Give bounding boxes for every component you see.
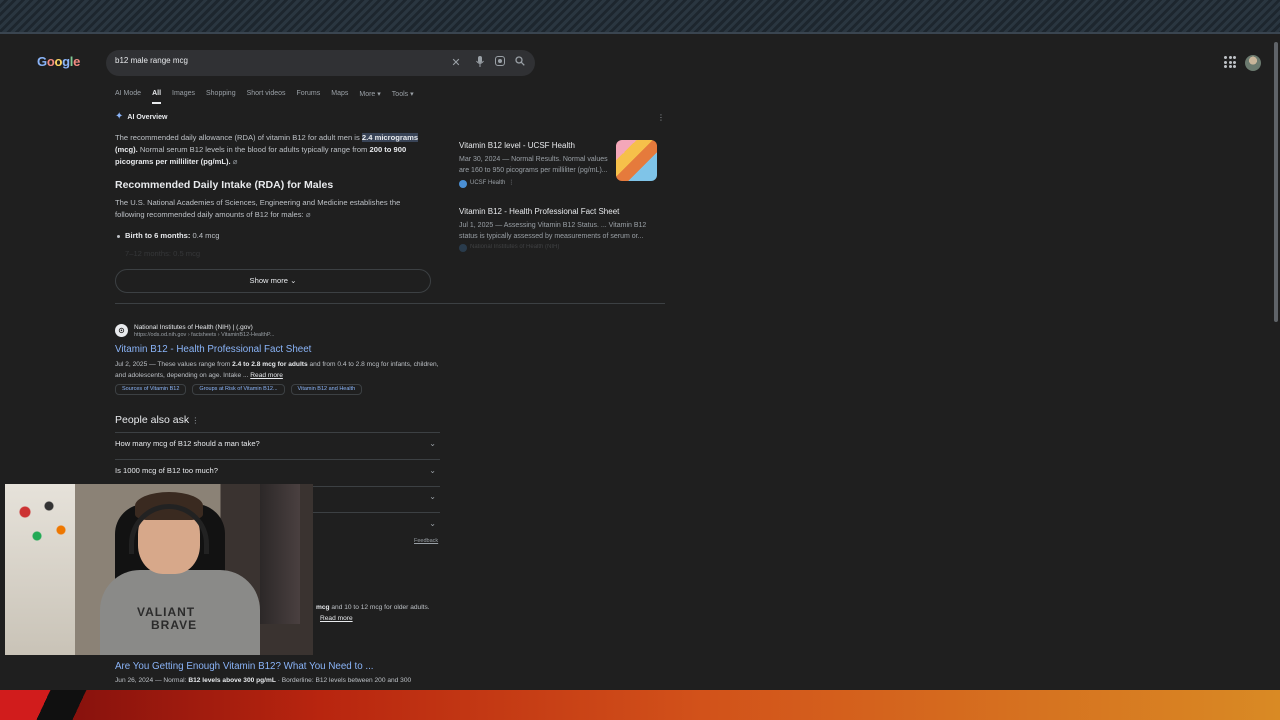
rda-heading: Recommended Daily Intake (RDA) for Males xyxy=(115,179,334,191)
tab-short-videos[interactable]: Short videos xyxy=(247,90,286,104)
result-title-link[interactable]: Are You Getting Enough Vitamin B12? What… xyxy=(115,661,374,672)
stream-overlay-top xyxy=(0,0,1280,34)
overlay-stripe xyxy=(0,690,130,720)
webcam-overlay: VALIANT BRAVE xyxy=(5,484,313,655)
rda-bullet: Birth to 6 months: 0.4 mcg xyxy=(117,231,220,240)
stream-overlay-bottom xyxy=(0,690,1280,720)
result-title-link[interactable]: Vitamin B12 - Health Professional Fact S… xyxy=(115,344,311,355)
search-icon[interactable] xyxy=(513,56,527,70)
read-more-link[interactable]: Read more xyxy=(250,372,283,379)
nih-favicon xyxy=(459,243,467,252)
nas-paragraph: The U.S. National Academies of Sciences,… xyxy=(115,198,401,219)
tab-maps[interactable]: Maps xyxy=(331,90,348,104)
ai-overview-summary: The recommended daily allowance (RDA) of… xyxy=(115,133,419,166)
feedback-link[interactable]: Feedback xyxy=(414,538,438,544)
chevron-down-icon: ⌄ xyxy=(429,492,436,501)
search-tabs: AI Mode All Images Shopping Short videos… xyxy=(115,90,425,104)
search-box[interactable]: ✕ xyxy=(106,50,535,76)
lens-icon[interactable] xyxy=(493,56,507,70)
tab-shopping[interactable]: Shopping xyxy=(206,90,236,104)
tab-tools[interactable]: Tools ▾ xyxy=(392,90,414,104)
result-snippet: mcg and 10 to 12 mcg for older adults. xyxy=(316,604,430,611)
apps-grid-icon[interactable] xyxy=(1224,56,1236,68)
tab-all[interactable]: All xyxy=(152,90,162,104)
chevron-down-icon: ⌄ xyxy=(429,519,436,528)
fridge-magnets xyxy=(13,494,73,554)
more-options-icon[interactable]: ⋮ xyxy=(657,113,665,122)
tab-forums[interactable]: Forums xyxy=(297,90,321,104)
paa-question[interactable]: How many mcg of B12 should a man take? ⌄ xyxy=(115,439,440,459)
shirt-print: VALIANT BRAVE xyxy=(137,605,198,632)
sitelink-chips: Sources of Vitamin B12 Groups at Risk of… xyxy=(115,384,363,395)
chevron-down-icon: ⌄ xyxy=(429,439,436,448)
show-more-button[interactable]: Show more ⌄ xyxy=(115,269,431,293)
mic-icon[interactable] xyxy=(473,56,487,70)
source-card-nih[interactable]: Vitamin B12 - Health Professional Fact S… xyxy=(459,206,659,253)
ai-overview-title: AI Overview xyxy=(127,113,168,121)
sitelink-chip[interactable]: Groups at Risk of Vitamin B12... xyxy=(192,384,285,395)
sitelink-chip[interactable]: Sources of Vitamin B12 xyxy=(115,384,187,395)
ucsf-favicon xyxy=(459,179,467,188)
sparkle-icon: ✦ xyxy=(115,111,124,122)
tab-ai-mode[interactable]: AI Mode xyxy=(115,90,141,104)
more-options-icon[interactable]: ⋮ xyxy=(508,178,514,189)
tab-more[interactable]: More ▾ xyxy=(359,90,380,104)
page-scrollbar[interactable] xyxy=(1272,36,1280,690)
highlighted-answer: 2.4 micrograms xyxy=(361,133,419,142)
divider xyxy=(115,459,440,460)
microphone-stand xyxy=(260,484,300,624)
rda-bullet-faded: 7–12 months: 0.5 mcg xyxy=(125,249,201,258)
paa-question[interactable]: Is 1000 mcg of B12 too much? ⌄ xyxy=(115,466,440,486)
vitamins-thumbnail[interactable] xyxy=(616,140,657,181)
close-icon[interactable]: ✕ xyxy=(449,56,463,70)
people-also-ask-heading: People also ask ⋮ xyxy=(115,414,200,426)
search-input[interactable] xyxy=(115,56,435,65)
sitelink-chip[interactable]: Vitamin B12 and Health xyxy=(290,384,363,395)
chevron-down-icon: ⌄ xyxy=(429,466,436,475)
nih-favicon: ⊙ xyxy=(115,324,128,337)
scrollbar-thumb[interactable] xyxy=(1274,42,1278,322)
result-snippet: Jul 2, 2025 — These values range from 2.… xyxy=(115,361,439,379)
read-more-link[interactable]: Read more xyxy=(320,615,353,622)
tab-images[interactable]: Images xyxy=(172,90,195,104)
ai-overview-header: ✦ AI Overview xyxy=(115,111,168,122)
result-snippet: Jun 26, 2024 — Normal: B12 levels above … xyxy=(115,677,412,684)
link-icon[interactable]: ⌀ xyxy=(233,157,238,166)
result-source[interactable]: ⊙ National Institutes of Health (NIH) | … xyxy=(115,324,274,338)
divider xyxy=(115,303,665,304)
more-options-icon[interactable]: ⋮ xyxy=(189,416,199,425)
divider xyxy=(115,432,440,433)
account-avatar[interactable] xyxy=(1245,55,1261,71)
link-icon[interactable]: ⌀ xyxy=(306,210,311,219)
google-logo[interactable]: Google xyxy=(37,54,80,69)
